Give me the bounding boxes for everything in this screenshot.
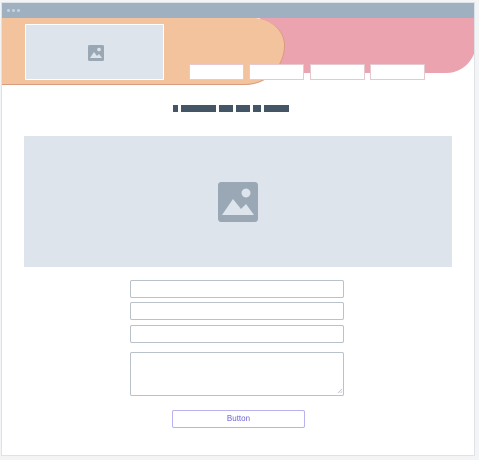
resize-grip-icon[interactable] (337, 388, 343, 394)
image-placeholder-icon (88, 45, 104, 61)
window-dot-icon[interactable] (17, 9, 20, 12)
submit-button[interactable]: Button (172, 410, 305, 428)
form-field-1[interactable] (130, 280, 344, 298)
nav-item-2[interactable] (249, 64, 304, 80)
window-titlebar (2, 3, 474, 18)
hero-image-placeholder (24, 136, 452, 267)
form-field-3[interactable] (130, 325, 344, 343)
nav-item-4[interactable] (370, 64, 425, 80)
logo-image-placeholder (25, 24, 164, 80)
browser-window: Button (1, 2, 475, 456)
image-placeholder-icon (218, 182, 258, 222)
window-dot-icon[interactable] (12, 9, 15, 12)
form-field-2[interactable] (130, 302, 344, 320)
nav-item-3[interactable] (310, 64, 365, 80)
window-dot-icon[interactable] (7, 9, 10, 12)
message-textarea[interactable] (130, 352, 344, 396)
nav-item-1[interactable] (189, 64, 244, 80)
